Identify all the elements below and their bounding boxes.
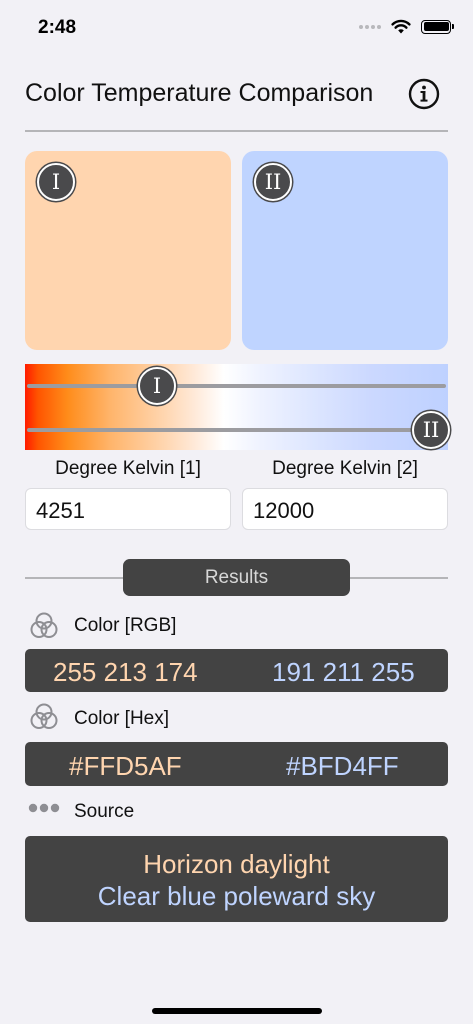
rgb-values-bar: 255 213 174 191 211 255: [25, 649, 448, 692]
battery-icon: [421, 19, 454, 34]
status-time: 2:48: [38, 17, 77, 38]
kelvin-input-1[interactable]: 4251: [25, 488, 231, 530]
source-label: Source: [74, 801, 135, 822]
header-divider: [25, 130, 448, 132]
cellular-signal-icon: [359, 24, 381, 29]
info-button[interactable]: [408, 78, 440, 110]
slider-track-1[interactable]: [27, 384, 446, 388]
ellipsis-icon: [28, 803, 60, 813]
swatch-marker-2: II: [254, 163, 292, 201]
rgb-value-1: 255 213 174: [53, 657, 198, 687]
kelvin-input-2[interactable]: 12000: [242, 488, 448, 530]
slider-thumb-1[interactable]: I: [138, 367, 176, 405]
kelvin-label-1: Degree Kelvin [1]: [55, 458, 201, 479]
source-values-bar: Horizon daylight Clear blue poleward sky: [25, 836, 448, 922]
rgb-label: Color [RGB]: [74, 615, 177, 636]
swatch-marker-1: I: [37, 163, 75, 201]
hex-value-1: #FFD5AF: [69, 751, 182, 781]
home-indicator: [152, 1008, 322, 1014]
slider-thumb-2[interactable]: II: [412, 411, 450, 449]
rgb-value-2: 191 211 255: [272, 657, 415, 687]
color-swatch-2: II: [242, 151, 448, 350]
color-circles-icon: [30, 612, 58, 638]
color-swatch-1: I: [25, 151, 231, 350]
info-circle-icon: [408, 78, 440, 110]
page-title: Color Temperature Comparison: [25, 79, 374, 107]
hex-value-2: #BFD4FF: [286, 751, 399, 781]
source-value-1: Horizon daylight: [143, 849, 330, 879]
hex-label: Color [Hex]: [74, 708, 170, 729]
color-circles-icon: [30, 703, 58, 729]
slider-track-2[interactable]: [27, 428, 446, 432]
results-button[interactable]: Results: [123, 559, 350, 596]
hex-values-bar: #FFD5AF #BFD4FF: [25, 742, 448, 786]
status-icons: [359, 19, 454, 34]
kelvin-label-2: Degree Kelvin [2]: [272, 458, 418, 479]
temperature-spectrum: [25, 364, 448, 450]
wifi-icon: [391, 19, 411, 34]
source-value-2: Clear blue poleward sky: [97, 881, 376, 911]
